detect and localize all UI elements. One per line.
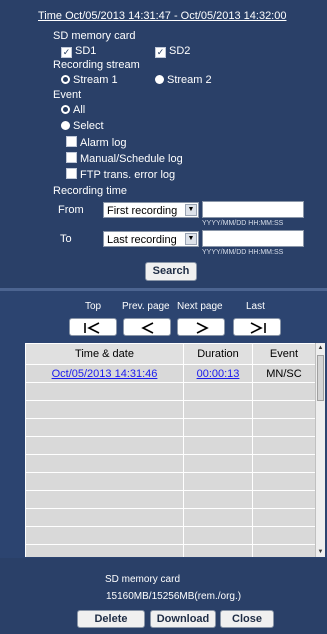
table-row (25, 454, 315, 473)
stream2-radio[interactable]: Stream 2 (155, 74, 212, 86)
duration-header: Duration (183, 343, 253, 365)
close-button[interactable]: Close (220, 610, 274, 628)
recording-stream-label: Recording stream (53, 59, 140, 71)
last-page-button[interactable] (233, 318, 281, 336)
scroll-up-icon[interactable]: ▲ (316, 343, 325, 353)
table-row: Oct/05/2013 14:31:46 00:00:13 MN/SC (25, 364, 315, 383)
sd2-checkbox[interactable]: ✓ SD2 (155, 45, 190, 58)
chevron-down-icon: ▼ (185, 233, 197, 245)
table-row (25, 400, 315, 419)
scroll-down-icon[interactable]: ▼ (316, 547, 325, 557)
manual-log-checkbox[interactable]: Manual/Schedule log (66, 152, 183, 165)
footer-sd-label: SD memory card (105, 574, 181, 585)
first-page-button[interactable] (69, 318, 117, 336)
sd1-label: SD1 (75, 45, 97, 57)
last-page-icon (250, 322, 266, 334)
from-format-hint: YYYY/MM/DD HH:MM:SS (202, 220, 284, 227)
duration-link[interactable]: 00:00:13 (197, 368, 240, 380)
radio-selected-icon (61, 75, 70, 84)
time-date-link[interactable]: Oct/05/2013 14:31:46 (52, 368, 158, 380)
checkbox-icon (66, 152, 77, 163)
table-row (25, 418, 315, 437)
prev-page-icon (141, 322, 154, 334)
table-header-row: Time & date Duration Event (25, 343, 315, 365)
stream1-radio[interactable]: Stream 1 (61, 74, 118, 86)
radio-icon (155, 75, 164, 84)
duration-cell: 00:00:13 (183, 364, 253, 383)
search-button[interactable]: Search (145, 262, 197, 281)
event-select-label: Select (73, 120, 104, 132)
first-page-icon (84, 322, 100, 334)
checkbox-icon (66, 168, 77, 179)
table-row (25, 490, 315, 509)
sd1-checkbox[interactable]: ✓ SD1 (61, 45, 96, 58)
table-row (25, 472, 315, 491)
checkbox-icon (66, 136, 77, 147)
time-range-link[interactable]: Time Oct/05/2013 14:31:47 - Oct/05/2013 … (38, 10, 286, 22)
alarm-log-label: Alarm log (80, 137, 127, 149)
manual-log-label: Manual/Schedule log (80, 153, 183, 165)
scroll-thumb[interactable] (317, 355, 324, 401)
next-page-icon (196, 322, 209, 334)
download-button[interactable]: Download (150, 610, 216, 628)
nav-top-label: Top (85, 301, 102, 312)
radio-selected-icon (61, 105, 70, 114)
from-select-value: First recording (107, 205, 178, 217)
event-select-radio[interactable]: Select (61, 120, 104, 132)
radio-icon (61, 121, 70, 130)
sd1-check-icon: ✓ (61, 47, 72, 58)
event-cell: MN/SC (252, 364, 315, 383)
sd-card-label: SD memory card (53, 30, 136, 42)
chevron-down-icon: ▼ (185, 204, 197, 216)
sd2-check-icon: ✓ (155, 47, 166, 58)
nav-last-label: Last (246, 301, 265, 312)
to-datetime-input[interactable] (202, 230, 304, 247)
prev-page-button[interactable] (123, 318, 171, 336)
time-cell: Oct/05/2013 14:31:46 (25, 364, 184, 383)
recording-time-label: Recording time (53, 185, 127, 197)
delete-button[interactable]: Delete (77, 610, 145, 628)
next-page-button[interactable] (177, 318, 225, 336)
table-scrollbar[interactable]: ▲ ▼ (315, 343, 325, 557)
event-all-radio[interactable]: All (61, 104, 85, 116)
from-datetime-input[interactable] (202, 201, 304, 218)
to-format-hint: YYYY/MM/DD HH:MM:SS (202, 249, 284, 256)
time-date-header: Time & date (25, 343, 184, 365)
ftp-log-checkbox[interactable]: FTP trans. error log (66, 168, 175, 181)
event-label: Event (53, 89, 82, 101)
table-row (25, 544, 315, 557)
table-row (25, 382, 315, 401)
sd-capacity: 15160MB/15256MB(rem./org.) (106, 591, 242, 602)
sd2-label: SD2 (169, 45, 191, 57)
nav-prev-label: Prev. page (122, 301, 170, 312)
event-header: Event (252, 343, 315, 365)
alarm-log-checkbox[interactable]: Alarm log (66, 136, 126, 149)
to-label: To (60, 233, 72, 245)
from-label: From (58, 204, 84, 216)
ftp-log-label: FTP trans. error log (80, 169, 176, 181)
stream1-label: Stream 1 (73, 74, 118, 86)
stream2-label: Stream 2 (167, 74, 212, 86)
table-row (25, 526, 315, 545)
event-all-label: All (73, 104, 86, 116)
table-row (25, 436, 315, 455)
table-row (25, 508, 315, 527)
from-select[interactable]: First recording ▼ (103, 202, 199, 218)
nav-next-label: Next page (177, 301, 223, 312)
results-table: Time & date Duration Event Oct/05/2013 1… (25, 343, 315, 557)
to-select[interactable]: Last recording ▼ (103, 231, 199, 247)
to-select-value: Last recording (107, 234, 177, 246)
